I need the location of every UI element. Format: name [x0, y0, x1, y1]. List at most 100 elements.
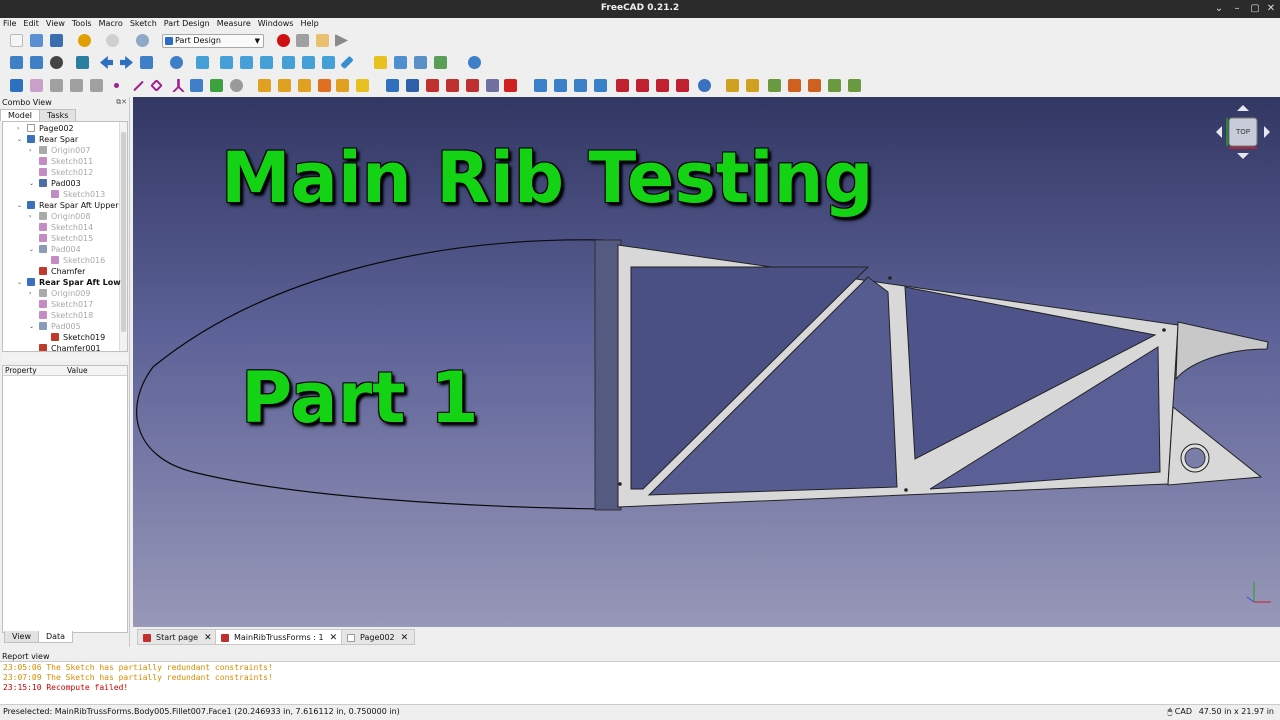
- datum-plane-icon[interactable]: [150, 79, 163, 92]
- tree-item[interactable]: ⌄ Pad003: [3, 178, 121, 189]
- front-view-icon[interactable]: [220, 56, 233, 69]
- subtractive-loft-icon[interactable]: [446, 79, 459, 92]
- tab-tasks[interactable]: Tasks: [39, 109, 77, 121]
- tab-data[interactable]: Data: [37, 631, 74, 643]
- menu-edit[interactable]: Edit: [20, 18, 43, 30]
- tree-item[interactable]: ⌄ Rear Spar Aft Lowe: [3, 277, 121, 288]
- tree-item[interactable]: Sketch015: [3, 233, 121, 244]
- tree-item[interactable]: Sketch012: [3, 167, 121, 178]
- record-macro-icon[interactable]: [277, 34, 290, 47]
- revolution-icon[interactable]: [278, 79, 291, 92]
- local-coordinate-system-icon[interactable]: [172, 79, 185, 92]
- value-column-header[interactable]: Value: [67, 366, 88, 376]
- menu-part-design[interactable]: Part Design: [161, 18, 214, 30]
- chevron-down-icon[interactable]: ⌄: [29, 321, 37, 332]
- close-button[interactable]: ✕: [1264, 2, 1278, 16]
- clone-icon[interactable]: [90, 79, 103, 92]
- chevron-right-icon[interactable]: ›: [29, 288, 37, 299]
- draw-style-icon[interactable]: [50, 56, 63, 69]
- link-actions-icon[interactable]: [434, 56, 447, 69]
- open-document-icon[interactable]: [30, 34, 43, 47]
- pad-icon[interactable]: [258, 79, 271, 92]
- navigation-style-selector[interactable]: 🖱 CAD: [1167, 705, 1192, 719]
- additive-primitive-icon[interactable]: [356, 79, 369, 92]
- tree-item[interactable]: ⌄ Rear Spar: [3, 134, 121, 145]
- tree-item[interactable]: Sketch011: [3, 156, 121, 167]
- menu-help[interactable]: Help: [297, 18, 322, 30]
- clone-shape-icon[interactable]: [230, 79, 243, 92]
- shape-binder-icon[interactable]: [70, 79, 83, 92]
- maximize-button[interactable]: ▢: [1248, 2, 1262, 16]
- isometric-view-icon[interactable]: [196, 56, 209, 69]
- menu-measure[interactable]: Measure: [214, 18, 255, 30]
- linear-pattern-icon[interactable]: [554, 79, 567, 92]
- zoom-icon[interactable]: [170, 56, 183, 69]
- property-column-header[interactable]: Property: [5, 366, 37, 376]
- property-editor[interactable]: Property Value: [2, 365, 128, 633]
- fillet-icon[interactable]: [616, 79, 629, 92]
- tree-item[interactable]: Sketch019: [3, 332, 121, 343]
- report-log[interactable]: 23:05:06 The Sketch has partially redund…: [0, 661, 1280, 705]
- whats-this-icon[interactable]: [468, 56, 481, 69]
- panel-float-close-icon[interactable]: ⧉✕: [116, 98, 127, 107]
- new-document-icon[interactable]: [10, 34, 23, 47]
- tree-item[interactable]: Sketch018: [3, 310, 121, 321]
- measure-toggle-all-icon[interactable]: [808, 79, 821, 92]
- link-icon[interactable]: [414, 56, 427, 69]
- doc-tab-start-page[interactable]: Start page ✕: [137, 629, 219, 645]
- measure-refresh-icon[interactable]: [768, 79, 781, 92]
- tree-item[interactable]: Chamfer001: [3, 343, 121, 351]
- tree-scrollbar-thumb[interactable]: [121, 132, 126, 332]
- bounding-box-icon[interactable]: [76, 56, 89, 69]
- tree-horizontal-scrollbar[interactable]: [2, 353, 128, 361]
- close-icon[interactable]: ✕: [330, 633, 338, 643]
- window-menu-button[interactable]: ⌄: [1212, 2, 1226, 16]
- groove-icon[interactable]: [426, 79, 439, 92]
- measure-distance-icon[interactable]: [340, 55, 354, 70]
- tree-item[interactable]: ⌄ Rear Spar Aft Upper S: [3, 200, 121, 211]
- edit-macro-icon[interactable]: [316, 34, 329, 47]
- chevron-right-icon[interactable]: ›: [29, 211, 37, 222]
- boolean-icon[interactable]: [698, 79, 711, 92]
- tree-item[interactable]: ⌄ Pad005: [3, 321, 121, 332]
- 3d-viewport[interactable]: Main Rib Testing Part 1 TOP: [133, 97, 1280, 627]
- tree-item[interactable]: ⌄ Pad004: [3, 244, 121, 255]
- datum-line-icon[interactable]: [133, 80, 144, 92]
- fit-selection-icon[interactable]: [30, 56, 43, 69]
- save-document-icon[interactable]: [50, 34, 63, 47]
- menu-macro[interactable]: Macro: [96, 18, 127, 30]
- measure-toggle-delta-icon[interactable]: [848, 79, 861, 92]
- menu-windows[interactable]: Windows: [255, 18, 298, 30]
- tree-item[interactable]: Sketch016: [3, 255, 121, 266]
- polar-pattern-icon[interactable]: [574, 79, 587, 92]
- draft-icon[interactable]: [656, 79, 669, 92]
- menu-tools[interactable]: Tools: [69, 18, 96, 30]
- tree-item[interactable]: › Origin008: [3, 211, 121, 222]
- redo-icon[interactable]: [106, 34, 119, 47]
- chamfer-icon[interactable]: [636, 79, 649, 92]
- tree-item[interactable]: Sketch017: [3, 299, 121, 310]
- menu-view[interactable]: View: [43, 18, 69, 30]
- measure-angular-icon[interactable]: [746, 79, 759, 92]
- subtractive-helix-icon[interactable]: [486, 79, 499, 92]
- navcube-face-label[interactable]: TOP: [1229, 128, 1257, 136]
- additive-pipe-icon[interactable]: [318, 79, 331, 92]
- tree-item[interactable]: › Page002: [3, 123, 121, 134]
- datum-point-icon[interactable]: [114, 83, 119, 88]
- run-macro-icon[interactable]: [335, 34, 348, 47]
- undo-icon[interactable]: [78, 34, 91, 47]
- measure-linear-icon[interactable]: [726, 79, 739, 92]
- create-group-icon[interactable]: [394, 56, 407, 69]
- tree-item[interactable]: Sketch014: [3, 222, 121, 233]
- additive-helix-icon[interactable]: [336, 79, 349, 92]
- left-view-icon[interactable]: [322, 56, 335, 69]
- create-part-icon[interactable]: [374, 56, 387, 69]
- mirrored-icon[interactable]: [534, 79, 547, 92]
- measure-toggle-3d-icon[interactable]: [828, 79, 841, 92]
- create-body-icon[interactable]: [10, 79, 23, 92]
- tree-item[interactable]: › Origin007: [3, 145, 121, 156]
- pocket-icon[interactable]: [386, 79, 399, 92]
- shape-binder2-icon[interactable]: [210, 79, 223, 92]
- workbench-selector[interactable]: Part Design ▼: [162, 34, 264, 48]
- model-tree[interactable]: › Page002 ⌄ Rear Spar › Origin007 Sketch011 Ske…: [2, 121, 128, 352]
